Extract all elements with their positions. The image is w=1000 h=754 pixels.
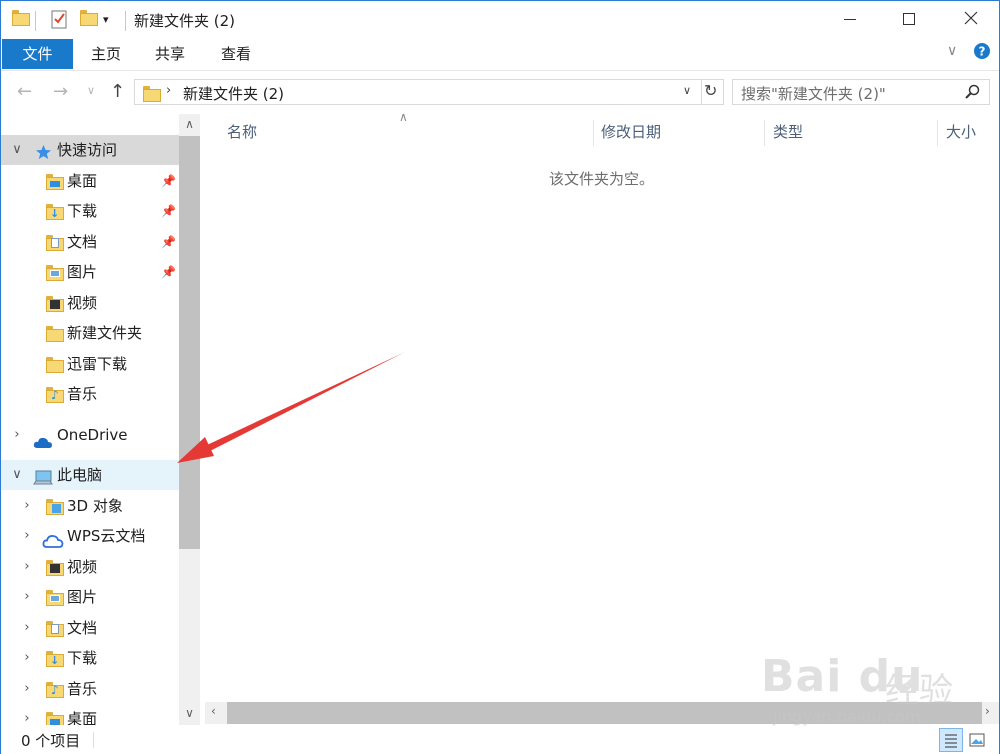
- document-icon: [51, 624, 59, 634]
- cube-icon: [52, 504, 61, 513]
- download-arrow-icon: ↓: [50, 654, 60, 667]
- watermark-url: jingyan.baidu.com: [773, 707, 921, 726]
- picture-icon: [50, 270, 60, 277]
- watermark-label: 经验: [885, 671, 953, 711]
- music-note-icon: ♪: [51, 683, 59, 697]
- baidu-watermark: Bai du 经验 jingyan.baidu.com: [761, 641, 961, 741]
- desktop-badge: [50, 181, 60, 187]
- explorer-window: ▾ 新建文件夹 (2) 文件 主页 共享 查看 ∨ ? ← → ∨ ↑ › 新建…: [0, 0, 1000, 754]
- desktop-badge: [50, 719, 60, 725]
- picture-icon: [50, 595, 60, 602]
- document-icon: [51, 238, 59, 248]
- download-arrow-icon: ↓: [50, 207, 60, 220]
- film-icon: [50, 300, 60, 309]
- music-note-icon: ♪: [51, 388, 59, 402]
- film-icon: [50, 564, 60, 573]
